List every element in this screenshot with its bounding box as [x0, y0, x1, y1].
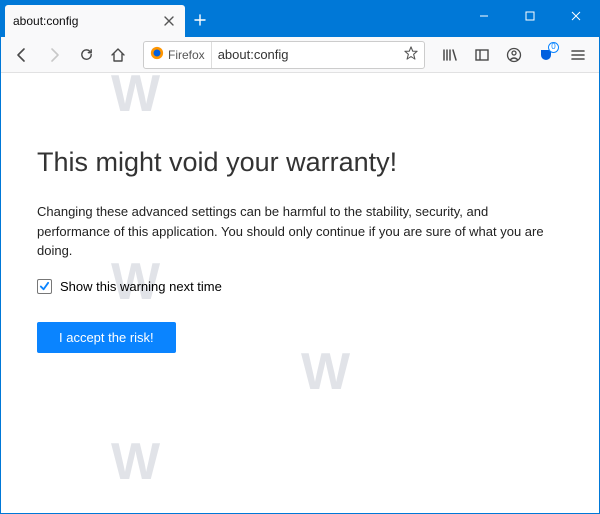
- watermark: W: [1, 343, 7, 403]
- back-button[interactable]: [7, 40, 37, 70]
- tab-title: about:config: [13, 14, 78, 28]
- home-button[interactable]: [103, 40, 133, 70]
- watermark: W: [301, 343, 367, 403]
- identity-box[interactable]: Firefox: [150, 42, 212, 68]
- pocket-badge: 0: [548, 42, 559, 53]
- url-bar[interactable]: Firefox about:config: [143, 41, 425, 69]
- browser-tab[interactable]: about:config: [5, 5, 185, 37]
- sidebar-button[interactable]: [467, 40, 497, 70]
- page-content: W W W W W This might void your warranty!…: [1, 73, 599, 513]
- svg-text:W: W: [111, 73, 161, 123]
- minimize-button[interactable]: [461, 1, 507, 31]
- accept-risk-button[interactable]: I accept the risk!: [37, 322, 176, 353]
- warning-text: Changing these advanced settings can be …: [37, 202, 563, 261]
- identity-label: Firefox: [168, 48, 205, 62]
- warning-heading: This might void your warranty!: [37, 147, 563, 178]
- show-warning-checkbox[interactable]: [37, 279, 52, 294]
- close-window-button[interactable]: [553, 1, 599, 31]
- url-text: about:config: [218, 47, 398, 62]
- watermark: W: [111, 433, 177, 493]
- show-warning-label: Show this warning next time: [60, 279, 222, 294]
- reload-button[interactable]: [71, 40, 101, 70]
- close-tab-icon[interactable]: [161, 13, 177, 29]
- window-titlebar: about:config: [1, 1, 599, 37]
- navigation-toolbar: Firefox about:config 0: [1, 37, 599, 73]
- forward-button[interactable]: [39, 40, 69, 70]
- new-tab-button[interactable]: [185, 5, 215, 35]
- library-button[interactable]: [435, 40, 465, 70]
- bookmark-star-icon[interactable]: [404, 46, 418, 63]
- svg-text:W: W: [111, 433, 161, 491]
- watermark: W: [111, 73, 177, 125]
- svg-text:W: W: [301, 343, 351, 401]
- firefox-icon: [150, 46, 164, 63]
- window-controls: [461, 1, 599, 31]
- menu-button[interactable]: [563, 40, 593, 70]
- pocket-button[interactable]: 0: [531, 40, 561, 70]
- account-button[interactable]: [499, 40, 529, 70]
- maximize-button[interactable]: [507, 1, 553, 31]
- show-warning-checkbox-row: Show this warning next time: [37, 279, 563, 294]
